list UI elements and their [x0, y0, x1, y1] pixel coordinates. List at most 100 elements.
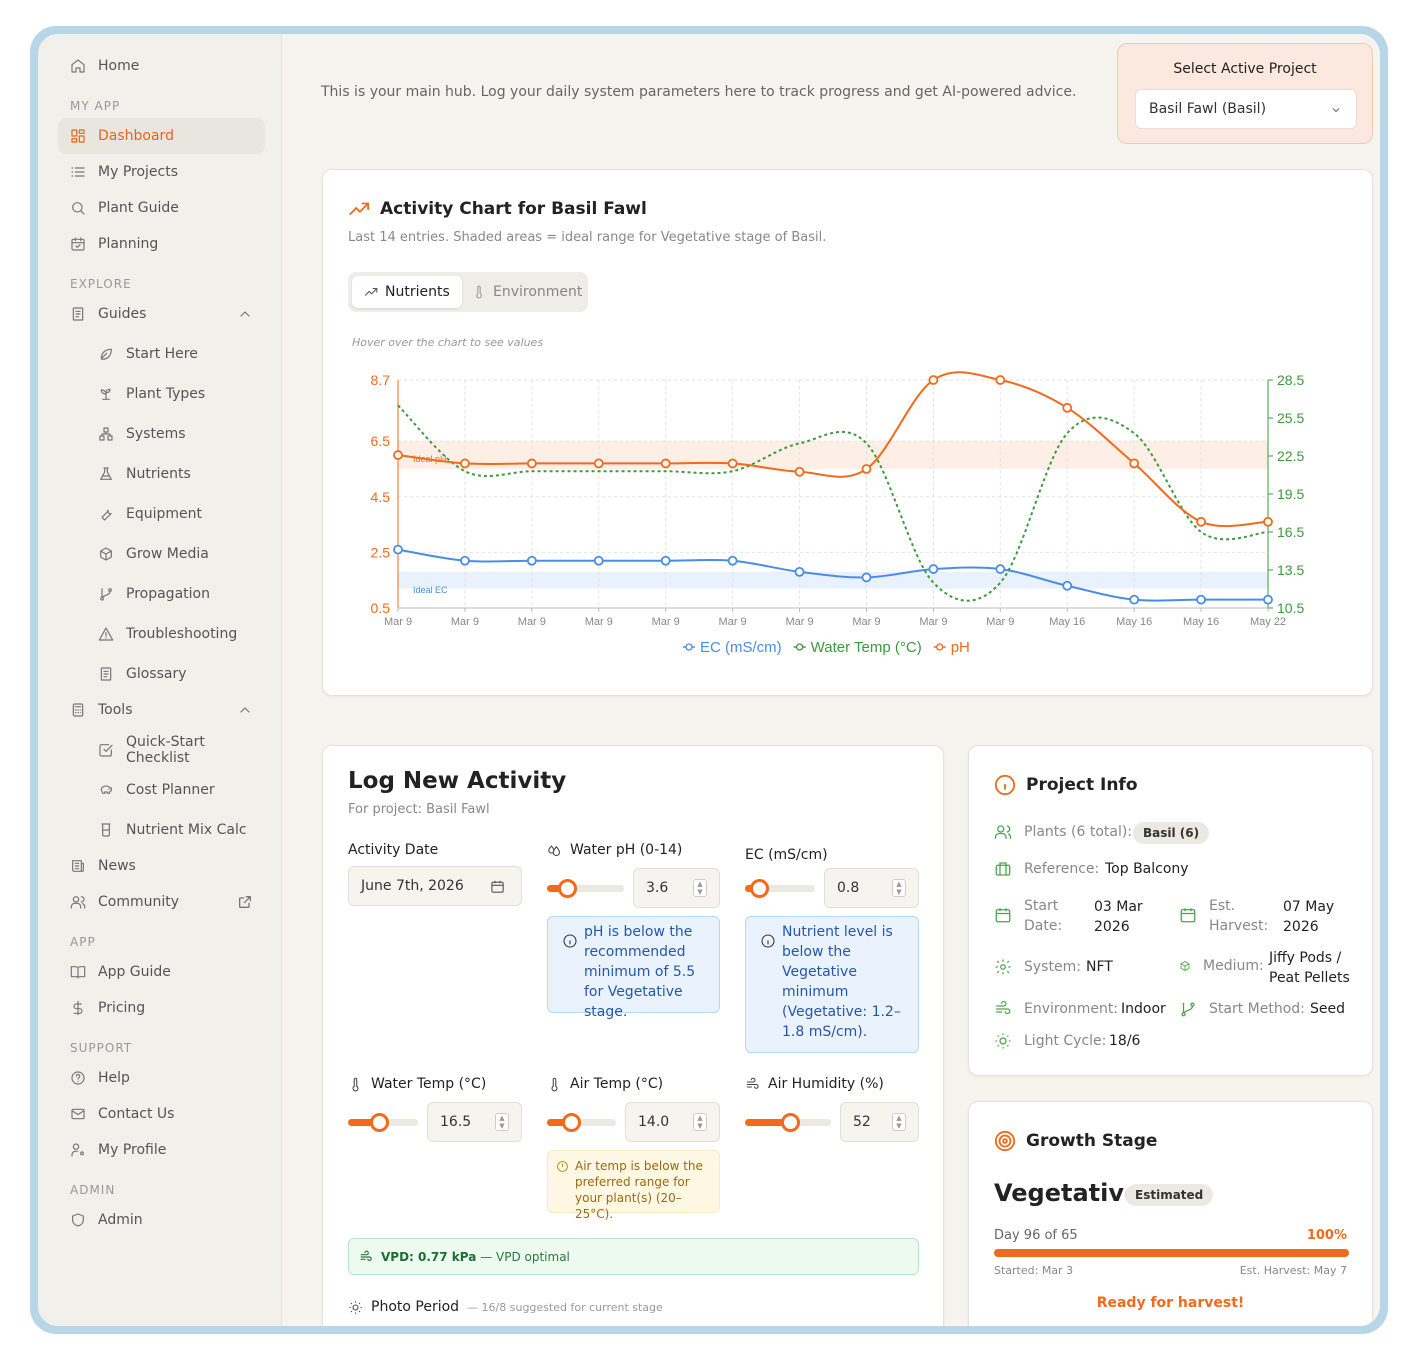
- sun-icon: [349, 1300, 362, 1314]
- sidebar-item-help[interactable]: Help: [58, 1060, 265, 1096]
- sidebar-item-troubleshooting[interactable]: Troubleshooting: [86, 616, 265, 652]
- sidebar-item-systems[interactable]: Systems: [86, 416, 265, 452]
- data-point: [393, 544, 403, 555]
- sidebar-item-app-guide[interactable]: App Guide: [58, 954, 265, 990]
- data-point: [928, 375, 939, 385]
- data-point: [995, 564, 1006, 574]
- sidebar-item-news[interactable]: News: [58, 848, 265, 884]
- activity-chart[interactable]: Ideal pHIdeal EC0.52.54.56.58.710.513.51…: [343, 360, 1343, 680]
- x-tick-label: Mar 9: [852, 616, 880, 628]
- tab-nutrients[interactable]: Nutrients: [352, 276, 462, 308]
- water-ph-slider[interactable]: [547, 879, 624, 898]
- x-tick-label: Mar 9: [919, 616, 947, 628]
- sidebar-item-community[interactable]: Community: [58, 884, 265, 920]
- log-activity-card: Log New Activity For project: Basil Fawl…: [322, 745, 944, 1326]
- sidebar-item-propagation[interactable]: Propagation: [86, 576, 265, 612]
- alert-triangle-icon: [98, 627, 114, 641]
- chevron-up-icon[interactable]: [237, 306, 253, 322]
- sidebar-item-label: Plant Types: [126, 386, 206, 402]
- estimated-badge: Estimated: [1125, 1184, 1214, 1206]
- sidebar-item-start-here[interactable]: Start Here: [86, 336, 265, 372]
- vpd-banner: VPD: 0.77 kPa — VPD optimal: [348, 1238, 919, 1275]
- air-temp-slider[interactable]: [547, 1113, 616, 1132]
- project-select[interactable]: Basil Fawl (Basil): [1135, 89, 1357, 129]
- legend-marker: [796, 643, 804, 651]
- air-temp-label-text: Air Temp (°C): [570, 1076, 664, 1092]
- water-temp-slider[interactable]: [348, 1113, 418, 1132]
- ec-input[interactable]: 0.8 ▲ ▼: [824, 868, 919, 908]
- book-icon: [100, 667, 112, 681]
- activity-date-input[interactable]: June 7th, 2026: [348, 866, 522, 906]
- water-ph-label: Water pH (0-14): [547, 842, 682, 858]
- sidebar-item-cost-planner[interactable]: Cost Planner: [86, 772, 265, 808]
- sidebar-item-nutrients[interactable]: Nutrients: [86, 456, 265, 492]
- section-admin: ADMIN: [70, 1183, 116, 1197]
- plants-badge: Basil (6): [1133, 822, 1210, 844]
- sidebar-item-plant-guide[interactable]: Plant Guide: [58, 190, 265, 226]
- sidebar-item-planning[interactable]: Planning: [58, 226, 265, 262]
- stepper-icon[interactable]: ▲ ▼: [693, 1113, 707, 1131]
- chevron-up-icon[interactable]: [237, 702, 253, 718]
- tab-label: Environment: [493, 284, 583, 300]
- chart-card-title: Activity Chart for Basil Fawl: [348, 198, 647, 220]
- x-tick-label: Mar 9: [652, 616, 680, 628]
- sidebar-item-dashboard[interactable]: Dashboard: [58, 118, 265, 154]
- humidity-input[interactable]: 52 ▲ ▼: [840, 1102, 919, 1142]
- sidebar-item-admin[interactable]: Admin: [58, 1202, 265, 1238]
- x-tick-label: May 22: [1250, 616, 1286, 628]
- humidity-slider[interactable]: [745, 1113, 831, 1132]
- sidebar-item-guides[interactable]: Guides: [58, 296, 265, 332]
- gear-icon: [995, 959, 1011, 975]
- water-temp-input[interactable]: 16.5 ▲ ▼: [427, 1102, 522, 1142]
- sidebar-item-grow-media[interactable]: Grow Media: [86, 536, 265, 572]
- photo-period-label: Photo Period — 16/8 suggested for curren…: [348, 1299, 663, 1315]
- light-cycle-label: Light Cycle:: [1024, 1033, 1107, 1049]
- project-info-heading: Project Info: [994, 774, 1138, 796]
- data-point: [727, 555, 738, 566]
- sidebar-item-quick-start-checklist[interactable]: Quick-Start Checklist: [86, 732, 265, 768]
- calendar-icon: [1180, 908, 1196, 923]
- calculator-icon: [72, 703, 84, 717]
- air-temp-input[interactable]: 14.0 ▲ ▼: [625, 1102, 720, 1142]
- sidebar-item-pricing[interactable]: Pricing: [58, 990, 265, 1026]
- data-point: [1062, 580, 1073, 591]
- info-icon: [994, 774, 1016, 796]
- thermometer-icon: [352, 1077, 359, 1091]
- sidebar-item-label: Quick-Start Checklist: [126, 734, 205, 766]
- data-point: [460, 555, 470, 566]
- sidebar-item-my-projects[interactable]: My Projects: [58, 154, 265, 190]
- data-point: [1062, 402, 1073, 413]
- ec-slider[interactable]: [745, 879, 815, 898]
- project-selector-title: Select Active Project: [1173, 61, 1317, 77]
- box-icon: [1180, 961, 1190, 971]
- sidebar-item-contact-us[interactable]: Contact Us: [58, 1096, 265, 1132]
- stepper-icon[interactable]: ▲ ▼: [495, 1113, 509, 1131]
- tab-environment[interactable]: Environment: [460, 276, 594, 308]
- help-circle-icon: [71, 1071, 85, 1085]
- sidebar-item-plant-types[interactable]: Plant Types: [86, 376, 265, 412]
- wind-icon: [360, 1250, 372, 1261]
- stepper-icon[interactable]: ▲ ▼: [892, 1113, 906, 1131]
- water-ph-label-text: Water pH (0-14): [570, 842, 683, 858]
- network-icon: [99, 427, 113, 441]
- sidebar-item-label: Propagation: [126, 586, 210, 602]
- leaf-icon: [100, 348, 112, 360]
- water-ph-input[interactable]: 3.6 ▲ ▼: [633, 868, 720, 908]
- reference-value: Top Balcony: [1105, 861, 1189, 877]
- sidebar-item-nutrient-mix-calc[interactable]: Nutrient Mix Calc: [86, 812, 265, 848]
- medium-row: Medium:: [1179, 958, 1264, 974]
- stepper-icon[interactable]: ▲ ▼: [892, 879, 906, 897]
- sidebar-item-tools[interactable]: Tools: [58, 692, 265, 728]
- sidebar-item-equipment[interactable]: Equipment: [86, 496, 265, 532]
- stepper-icon[interactable]: ▲ ▼: [693, 879, 707, 897]
- sidebar-item-my-profile[interactable]: My Profile: [58, 1132, 265, 1168]
- sidebar-item-home[interactable]: Home: [58, 48, 265, 84]
- photo-period-note: — 16/8 suggested for current stage: [467, 1300, 663, 1314]
- dashboard-icon: [71, 129, 85, 143]
- sidebar-item-label: Dashboard: [98, 128, 174, 144]
- sidebar-item-glossary[interactable]: Glossary: [86, 656, 265, 692]
- chart-hint: Hover over the chart to see values: [352, 336, 544, 349]
- water-temp-value: 16.5: [440, 1114, 472, 1130]
- water-temp-label: Water Temp (°C): [348, 1076, 486, 1092]
- system-label: System:: [1024, 959, 1081, 975]
